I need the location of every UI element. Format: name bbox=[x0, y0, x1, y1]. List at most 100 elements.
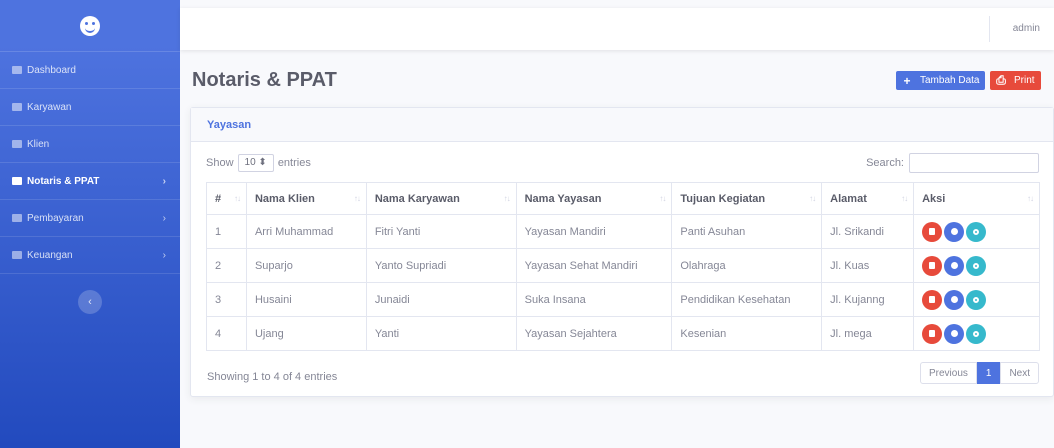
sort-icon: ↑↓ bbox=[503, 194, 511, 203]
table-header-row: # ↑↓ Nama Klien ↑↓ Nama Karyawan ↑↓ Nama Yayas… bbox=[206, 182, 1040, 215]
actions-cell bbox=[913, 282, 1040, 317]
actions bbox=[922, 255, 1031, 276]
sidebar-item-klien[interactable]: Klien bbox=[0, 126, 180, 163]
table-cell: Suka Insana bbox=[515, 282, 673, 317]
credit-card-icon bbox=[12, 214, 22, 222]
user-icon bbox=[950, 330, 958, 337]
column-header-label: # bbox=[215, 192, 222, 205]
sidebar: Dashboard Karyawan Klien Notaris & PPAT › Pem… bbox=[0, 0, 180, 448]
print-button[interactable]: ⎙ Print bbox=[990, 71, 1041, 90]
delete-button[interactable] bbox=[922, 221, 943, 242]
user-button[interactable] bbox=[944, 289, 965, 310]
user-icon bbox=[950, 262, 958, 269]
delete-button[interactable] bbox=[922, 255, 943, 276]
user-button[interactable] bbox=[944, 221, 965, 242]
table-cell: Pendidikan Kesehatan bbox=[671, 282, 823, 317]
add-data-button[interactable]: + Tambah Data bbox=[896, 71, 986, 90]
data-table: # ↑↓ Nama Klien ↑↓ Nama Karyawan ↑↓ Nama Yayas… bbox=[206, 182, 1040, 351]
column-header-label: Nama Yayasan bbox=[524, 192, 602, 205]
sidebar-item-keuangan[interactable]: Keuangan › bbox=[0, 237, 180, 274]
column-header-label: Alamat bbox=[830, 192, 867, 205]
detail-button[interactable] bbox=[966, 255, 987, 276]
table-cell: Yayasan Mandiri bbox=[515, 214, 673, 249]
column-header-label: Aksi bbox=[922, 192, 946, 205]
add-data-label: Tambah Data bbox=[920, 75, 980, 86]
info-icon bbox=[973, 296, 980, 303]
column-header[interactable]: Alamat ↑↓ bbox=[821, 182, 915, 215]
detail-button[interactable] bbox=[966, 289, 987, 310]
previous-button[interactable]: Previous bbox=[919, 362, 977, 384]
table-row: 2 Suparjo Yanto Supriadi Yayasan Sehat Mand… bbox=[206, 248, 1040, 283]
column-header[interactable]: Nama Karyawan ↑↓ bbox=[365, 182, 517, 215]
user-plus-icon bbox=[12, 140, 22, 148]
info-icon bbox=[973, 262, 980, 269]
money-icon bbox=[12, 251, 22, 259]
table-cell: 4 bbox=[206, 316, 247, 351]
chevron-right-icon: › bbox=[162, 249, 166, 261]
trash-icon bbox=[929, 330, 936, 337]
page-title: Notaris & PPAT bbox=[192, 69, 337, 91]
sort-icon: ↑↓ bbox=[659, 194, 666, 203]
info-icon bbox=[973, 330, 980, 337]
sidebar-item-karyawan[interactable]: Karyawan bbox=[0, 89, 180, 126]
table-cell: 1 bbox=[206, 214, 247, 249]
column-header[interactable]: # ↑↓ bbox=[206, 182, 247, 215]
smile-logo-icon bbox=[80, 15, 100, 36]
brand[interactable] bbox=[0, 0, 180, 52]
user-button[interactable] bbox=[944, 323, 965, 344]
user-icon bbox=[950, 296, 958, 303]
actions bbox=[922, 221, 1031, 242]
sort-icon: ↑↓ bbox=[901, 194, 908, 203]
table-cell: Fitri Yanti bbox=[365, 214, 517, 249]
search-input[interactable] bbox=[909, 153, 1039, 173]
sidebar-item-dashboard[interactable]: Dashboard bbox=[0, 52, 180, 89]
table-body: 1 Arri Muhammad Fitri Yanti Yayasan Mandiri… bbox=[206, 214, 1040, 351]
chevron-right-icon: › bbox=[162, 212, 166, 224]
entries-select[interactable]: 10 ⬍ bbox=[237, 154, 274, 172]
table-cell: Husaini bbox=[245, 282, 367, 317]
table-cell: Panti Asuhan bbox=[671, 214, 823, 249]
column-header-label: Nama Karyawan bbox=[374, 192, 460, 205]
column-header[interactable]: Tujuan Kegiatan ↑↓ bbox=[671, 182, 823, 215]
table-cell: Jl. Kujanng bbox=[821, 282, 915, 317]
sort-icon: ↑↓ bbox=[353, 194, 361, 203]
sidebar-toggle-button[interactable]: ‹ bbox=[78, 290, 102, 314]
table-cell: Yayasan Sehat Mandiri bbox=[515, 248, 673, 283]
table-cell: 3 bbox=[206, 282, 247, 317]
detail-button[interactable] bbox=[966, 323, 987, 344]
sidebar-item-pembayaran[interactable]: Pembayaran › bbox=[0, 200, 180, 237]
sidebar-item-label: Pembayaran bbox=[27, 212, 84, 224]
show-label: Show bbox=[206, 157, 234, 169]
table-cell: Arri Muhammad bbox=[245, 214, 367, 249]
actions-cell bbox=[913, 248, 1040, 283]
table-cell: Jl. mega bbox=[821, 316, 915, 351]
actions-cell bbox=[913, 214, 1040, 249]
tachometer-icon bbox=[12, 66, 22, 74]
user-button[interactable] bbox=[944, 255, 965, 276]
chevron-right-icon: › bbox=[162, 175, 166, 187]
trash-icon bbox=[929, 228, 936, 235]
delete-button[interactable] bbox=[922, 289, 943, 310]
search-label: Search: bbox=[866, 157, 904, 169]
actions bbox=[922, 289, 1031, 310]
plus-icon: + bbox=[903, 73, 911, 88]
table-row: 4 Ujang Yanti Yayasan Sejahtera Kesenian Jl. … bbox=[206, 316, 1040, 351]
user-name[interactable]: admin bbox=[1013, 23, 1040, 34]
table-cell: Yanti bbox=[365, 316, 517, 351]
column-header[interactable]: Aksi ↑↓ bbox=[913, 182, 1040, 215]
table-cell: Ujang bbox=[245, 316, 367, 351]
topbar-divider bbox=[989, 16, 990, 42]
column-header[interactable]: Nama Yayasan ↑↓ bbox=[515, 182, 673, 215]
book-icon bbox=[12, 177, 22, 185]
topbar: admin bbox=[180, 8, 1054, 50]
sort-icon: ↑↓ bbox=[1027, 194, 1034, 203]
print-icon: ⎙ bbox=[996, 73, 1006, 87]
sidebar-item-notaris-ppat[interactable]: Notaris & PPAT › bbox=[0, 163, 180, 200]
detail-button[interactable] bbox=[966, 221, 987, 242]
user-icon bbox=[12, 103, 22, 111]
table-cell: 2 bbox=[206, 248, 247, 283]
delete-button[interactable] bbox=[922, 323, 943, 344]
page-1-button[interactable]: 1 bbox=[976, 362, 1001, 384]
column-header[interactable]: Nama Klien ↑↓ bbox=[245, 182, 367, 215]
next-button[interactable]: Next bbox=[1000, 362, 1039, 384]
